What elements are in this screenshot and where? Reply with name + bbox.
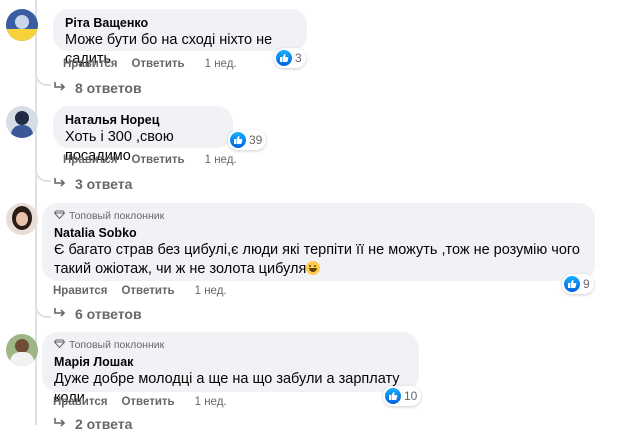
reply-button[interactable]: Ответить (121, 396, 174, 408)
comment-bubble: Топовый поклонник Марія Лошак Дуже добре… (42, 332, 419, 406)
reaction-number: 10 (404, 389, 418, 403)
avatar[interactable] (6, 106, 38, 138)
comment-author[interactable]: Natalia Sobko (54, 225, 583, 241)
timestamp[interactable]: 1 нед. (195, 285, 227, 297)
like-icon (385, 388, 401, 404)
reply-button[interactable]: Ответить (121, 285, 174, 297)
replies-count: 8 ответов (75, 80, 142, 96)
comment-text-line-2: такий ожіотаж, чи ж не золота цибуля (54, 260, 583, 279)
like-button[interactable]: Нравится (53, 285, 107, 297)
comment-actions: Нравится Ответить 1 нед. (63, 58, 237, 70)
comment-actions: Нравится Ответить 1 нед. (63, 154, 237, 166)
reply-button[interactable]: Ответить (131, 58, 184, 70)
like-icon (276, 50, 292, 66)
timestamp[interactable]: 1 нед. (195, 396, 227, 408)
laughing-emoji-icon (306, 261, 321, 275)
replies-count: 2 ответа (75, 416, 133, 432)
like-button[interactable]: Нравится (53, 396, 107, 408)
comment-author[interactable]: Наталья Норец (65, 112, 221, 128)
top-fan-badge: Топовый поклонник (53, 338, 407, 352)
reply-arrow-icon (53, 416, 67, 432)
reaction-count[interactable]: 39 (228, 130, 267, 150)
timestamp[interactable]: 1 нед. (205, 154, 237, 166)
reply-arrow-icon (53, 176, 67, 192)
comment-bubble: Наталья Норец Хоть і 300 ,свою посадимо. (53, 106, 233, 164)
comment-text-line-2-text: такий ожіотаж, чи ж не золота цибуля (54, 261, 307, 277)
view-replies-button[interactable]: 8 ответов (53, 80, 142, 96)
reply-arrow-icon (53, 80, 67, 96)
reply-button[interactable]: Ответить (131, 154, 184, 166)
avatar[interactable] (6, 9, 38, 41)
comment-author[interactable]: Ріта Ващенко (65, 15, 295, 31)
comment-author[interactable]: Марія Лошак (54, 354, 407, 370)
reaction-number: 9 (583, 277, 590, 291)
diamond-icon (53, 338, 66, 352)
reaction-count[interactable]: 10 (383, 386, 422, 406)
comment-bubble: Ріта Ващенко Може бути бо на сході ніхто… (53, 9, 307, 67)
like-icon (230, 132, 246, 148)
diamond-icon (53, 209, 66, 223)
replies-count: 6 ответов (75, 306, 142, 322)
view-replies-button[interactable]: 6 ответов (53, 306, 142, 322)
comment-actions: Нравится Ответить 1 нед. (53, 285, 227, 297)
like-icon (564, 276, 580, 292)
thread-curve (35, 70, 51, 86)
comment-actions: Нравится Ответить 1 нед. (53, 396, 227, 408)
reply-arrow-icon (53, 306, 67, 322)
top-fan-label: Топовый поклонник (69, 210, 165, 222)
replies-count: 3 ответа (75, 176, 133, 192)
comment-bubble: Топовый поклонник Natalia Sobko Є багато… (42, 203, 595, 281)
avatar[interactable] (6, 203, 38, 235)
top-fan-badge: Топовый поклонник (53, 209, 583, 223)
avatar[interactable] (6, 334, 38, 366)
thread-curve (35, 302, 51, 318)
reaction-number: 39 (249, 133, 263, 147)
timestamp[interactable]: 1 нед. (205, 58, 237, 70)
reaction-count[interactable]: 3 (274, 48, 306, 68)
reaction-count[interactable]: 9 (562, 274, 594, 294)
top-fan-label: Топовый поклонник (69, 339, 165, 351)
view-replies-button[interactable]: 2 ответа (53, 416, 132, 432)
thread-curve (35, 166, 51, 182)
like-button[interactable]: Нравится (63, 154, 117, 166)
reaction-number: 3 (295, 51, 302, 65)
view-replies-button[interactable]: 3 ответа (53, 176, 132, 192)
like-button[interactable]: Нравится (63, 58, 117, 70)
comment-text-line-1: Є багато страв без цибулі,є люди які тер… (54, 242, 580, 258)
